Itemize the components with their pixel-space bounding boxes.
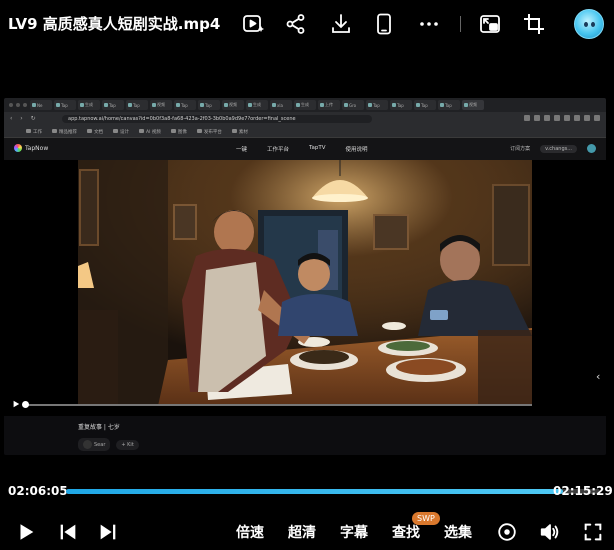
crop-icon[interactable] [521,11,547,37]
previous-button[interactable] [56,518,80,546]
current-time: 02:06:05 [8,484,68,498]
browser-tab: Tap [390,100,412,110]
inner-play-icon [13,400,20,408]
site-logo: TapNow [14,144,48,152]
picture-in-picture-icon[interactable] [477,11,503,37]
browser-tab: 上传 [318,100,340,110]
toolbar-divider [460,16,461,32]
more-icon[interactable] [416,11,442,37]
browser-tab-strip: Ne Tap 生成 Tap Tap 视频 Tap Tap 视频 生成 xla 生成 上传 Gro Tap Ta… [4,98,606,112]
bookmark-item: 素材 [232,129,248,135]
site-nav-item: TapTV [309,145,326,151]
site-nav-item: 一键 [236,147,248,153]
site-user-area: 订阅方案 v.changs... [510,144,596,153]
ai-play-icon[interactable] [240,11,266,37]
fullscreen-icon[interactable] [581,518,605,546]
browser-nav-buttons: ‹ › ↻ [10,115,39,122]
site-nav-item: 使用说明 [345,147,368,153]
browser-tab: Tap [54,100,76,110]
browser-bookmarks-bar: 工作 精品推荐 文档 设计 AI 视频 图像 发布平台 素材 [4,126,606,138]
browser-tab: Tap [438,100,460,110]
avatar[interactable] [574,9,604,39]
browser-url: app.tapnow.ai/home/canvas?id=0b0f3a8-fa6… [62,115,372,123]
episode-title: 重复故事 | 七岁 [78,424,120,431]
expand-panel-icon[interactable]: ‹ [596,370,606,384]
bookmark-item: 文档 [87,129,103,135]
site-header: TapNow 一键 工作平台 TapTV 使用说明 订阅方案 v.changs... [4,138,606,160]
site-nav: 一键 工作平台 TapTV 使用说明 [236,145,367,153]
browser-tab: Tap [174,100,196,110]
episodes-button[interactable]: 选集 [444,522,472,542]
phone-icon[interactable] [371,11,397,37]
bookmark-item: 设计 [113,129,129,135]
progress-fill [66,489,563,494]
browser-tab: 生成 [78,100,100,110]
video-scene-image [78,160,532,406]
bookmark-item: 图像 [171,129,187,135]
search-button[interactable]: 查找 [392,522,420,542]
target-icon[interactable] [495,518,519,546]
inner-progress-track [24,404,532,406]
browser-tab: Tap [102,100,124,110]
subtitle-button[interactable]: 字幕 [340,522,368,542]
video-title: LV9 高质感真人短剧实战.mp4 [8,15,221,33]
share-icon[interactable] [283,11,309,37]
inner-progress-knob [22,401,29,408]
browser-tab: Tap [414,100,436,110]
site-nav-item: 工作平台 [267,147,290,153]
bookmark-item: 发布平台 [197,129,222,135]
browser-tab: Tap [126,100,148,110]
browser-tab: 生成 [246,100,268,110]
bookmark-item: 精品推荐 [52,129,77,135]
play-button[interactable] [14,518,38,546]
episode-info: 重复故事 | 七岁 Sear + Kit [4,416,606,455]
speed-button[interactable]: 倍速 [236,522,264,542]
browser-tab: 视频 [222,100,244,110]
quality-button[interactable]: 超清 [288,522,316,542]
browser-tab: Tap [366,100,388,110]
browser-tab: Ne [30,100,52,110]
browser-tab: 生成 [294,100,316,110]
volume-icon[interactable] [538,518,562,546]
video-frame[interactable]: Ne Tap 生成 Tap Tap 视频 Tap Tap 视频 生成 xla 生成 上传 Gro Tap Ta… [4,98,606,455]
browser-tab: xla [270,100,292,110]
progress-bar[interactable] [66,489,600,494]
episode-meta: Sear + Kit [78,438,139,451]
bookmark-item: 工作 [26,129,42,135]
title-bar: LV9 高质感真人短剧实战.mp4 [0,0,614,48]
browser-tab: Tap [198,100,220,110]
browser-address-bar: ‹ › ↻ app.tapnow.ai/home/canvas?id=0b0f3… [4,112,606,126]
download-icon[interactable] [328,11,354,37]
video-scene-area [4,160,606,416]
browser-tab: Gro [342,100,364,110]
total-time: 02:15:29 [553,484,613,498]
bookmark-item: AI 视频 [139,129,161,135]
browser-tab: 视频 [462,100,484,110]
browser-tab: 视频 [150,100,172,110]
next-button[interactable] [96,518,120,546]
search-badge: SWP [412,512,440,525]
